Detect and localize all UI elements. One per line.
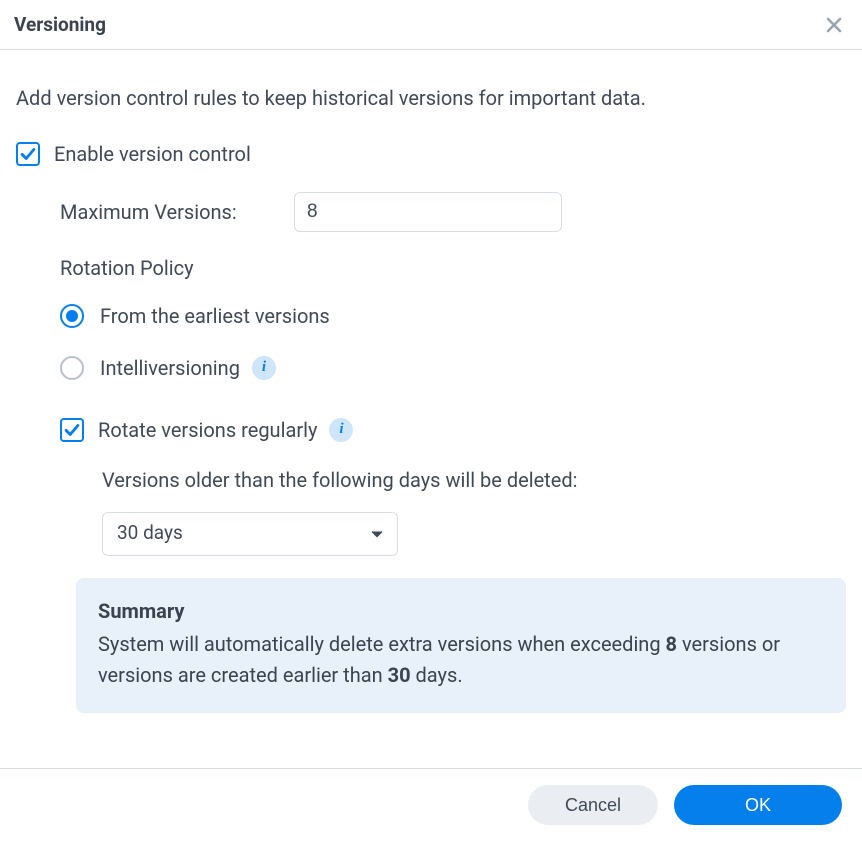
cancel-button[interactable]: Cancel bbox=[528, 785, 658, 825]
summary-bold-days: 30 bbox=[388, 663, 411, 687]
rotation-earliest-radio[interactable] bbox=[60, 304, 84, 328]
max-versions-row: Maximum Versions: bbox=[60, 192, 846, 232]
rotation-earliest-label: From the earliest versions bbox=[100, 302, 330, 330]
rotate-regularly-row: Rotate versions regularly i bbox=[60, 416, 846, 444]
close-icon[interactable] bbox=[824, 15, 844, 35]
rotation-intelli-row: Intelliversioning i bbox=[60, 354, 846, 382]
ok-button[interactable]: OK bbox=[674, 785, 842, 825]
info-icon[interactable]: i bbox=[329, 418, 353, 442]
rotate-helper-text: Versions older than the following days w… bbox=[102, 466, 846, 494]
max-versions-label: Maximum Versions: bbox=[60, 198, 294, 226]
rotation-intelli-radio[interactable] bbox=[60, 356, 84, 380]
intro-text: Add version control rules to keep histor… bbox=[16, 84, 846, 112]
enable-version-control-label: Enable version control bbox=[54, 140, 251, 168]
dialog-footer: Cancel OK bbox=[0, 768, 862, 841]
rotate-days-selected-value: 30 days bbox=[117, 520, 183, 547]
dialog-header: Versioning bbox=[0, 0, 862, 50]
summary-box: Summary System will automatically delete… bbox=[76, 578, 846, 713]
max-versions-input[interactable] bbox=[294, 192, 562, 232]
chevron-down-icon bbox=[371, 530, 383, 538]
summary-text-post: days. bbox=[411, 663, 463, 687]
rotate-days-select[interactable]: 30 days bbox=[102, 512, 398, 556]
rotate-days-select-wrap: 30 days bbox=[102, 512, 846, 556]
rotation-intelli-label: Intelliversioning bbox=[100, 354, 240, 382]
summary-text-pre: System will automatically delete extra v… bbox=[98, 632, 666, 656]
dialog-body: Add version control rules to keep histor… bbox=[0, 50, 862, 768]
info-icon[interactable]: i bbox=[252, 356, 276, 380]
enable-version-control-checkbox[interactable] bbox=[16, 142, 40, 166]
summary-title: Summary bbox=[98, 596, 824, 627]
enable-version-control-row: Enable version control bbox=[16, 140, 846, 168]
versioning-dialog: Versioning Add version control rules to … bbox=[0, 0, 862, 841]
rotate-regularly-checkbox[interactable] bbox=[60, 418, 84, 442]
summary-text: System will automatically delete extra v… bbox=[98, 629, 824, 691]
summary-bold-versions: 8 bbox=[666, 632, 677, 656]
rotate-regularly-label: Rotate versions regularly bbox=[98, 416, 317, 444]
rotation-earliest-row: From the earliest versions bbox=[60, 302, 846, 330]
dialog-title: Versioning bbox=[14, 12, 106, 39]
rotation-policy-label: Rotation Policy bbox=[60, 254, 846, 282]
